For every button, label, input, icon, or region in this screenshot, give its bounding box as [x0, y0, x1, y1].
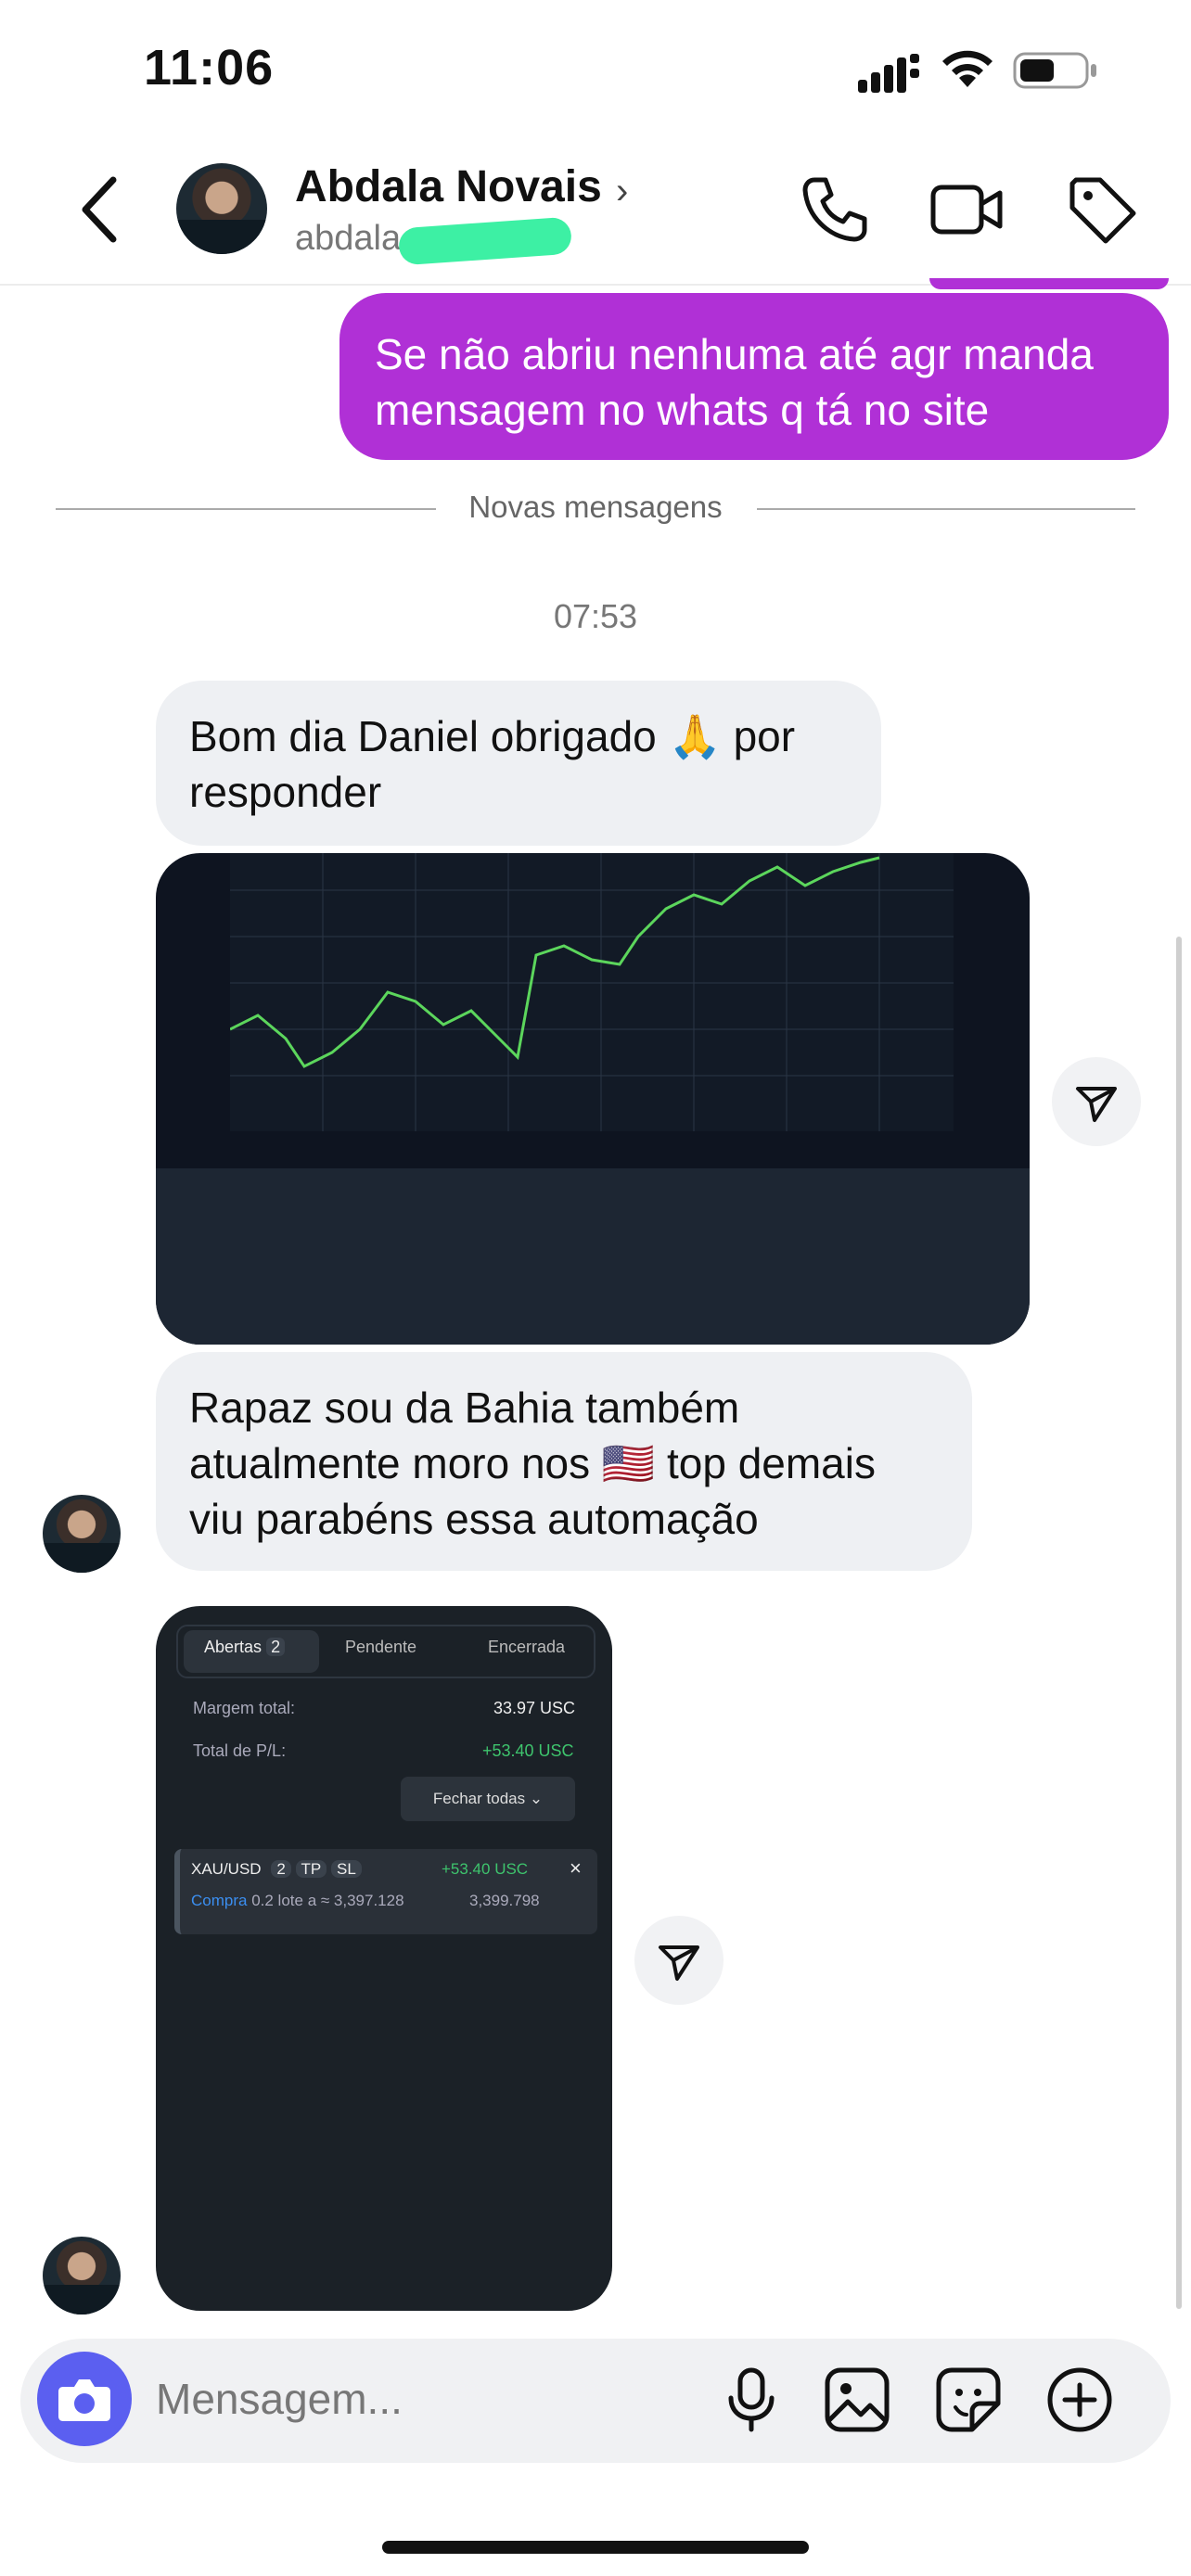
contact-username: abdala: [295, 219, 402, 258]
chevron-right-icon[interactable]: ›: [616, 171, 628, 212]
tab-closed: Encerrada: [488, 1638, 566, 1656]
share-button[interactable]: [1052, 1057, 1141, 1146]
sender-avatar[interactable]: [43, 1495, 121, 1573]
message-input[interactable]: Mensagem...: [156, 2374, 403, 2424]
close-position-icon: ×: [570, 1856, 582, 1880]
margin-label: Margem total:: [193, 1699, 296, 1717]
tab-open: Abertas 2: [204, 1638, 286, 1657]
divider-line-right: [757, 508, 1135, 510]
pl-value: +53.40 USC: [482, 1741, 574, 1760]
share-icon: [1076, 1087, 1117, 1122]
share-button[interactable]: [634, 1916, 724, 2005]
chart-terminal-panel: [156, 1168, 1030, 1345]
microphone-icon[interactable]: [718, 2366, 785, 2433]
outgoing-message[interactable]: Se não abriu nenhuma até agr manda mensa…: [339, 293, 1169, 460]
home-indicator[interactable]: [382, 2541, 809, 2554]
chart-photo[interactable]: [156, 853, 1030, 1345]
incoming-message[interactable]: Bom dia Daniel obrigado 🙏 por responder: [156, 681, 881, 846]
position-price: 3,399.798: [469, 1892, 540, 1909]
signal-icon: [858, 54, 919, 93]
redaction-mark: [397, 216, 573, 266]
battery-icon: [1013, 52, 1096, 89]
phone-icon[interactable]: [796, 172, 870, 247]
message-timestamp: 07:53: [553, 597, 638, 635]
gallery-icon[interactable]: [824, 2366, 890, 2433]
status-time: 11:06: [144, 40, 275, 96]
position-pl: +53.40 USC: [442, 1860, 529, 1878]
contact-name[interactable]: Abdala Novais: [295, 161, 602, 212]
camera-button[interactable]: [37, 2352, 132, 2446]
position-tabs: Abertas 2 Pendente Encerrada: [176, 1625, 596, 1678]
previous-message-edge: [929, 278, 1169, 289]
tab-pending: Pendente: [345, 1638, 417, 1656]
close-all-button: Fechar todas ⌄: [401, 1777, 575, 1821]
pl-label: Total de P/L:: [193, 1741, 287, 1760]
incoming-message[interactable]: Rapaz sou da Bahia também atualmente mor…: [156, 1352, 972, 1571]
position-header: XAU/USD 2 TP SL: [191, 1860, 362, 1879]
wifi-icon: [942, 50, 992, 87]
new-messages-label: Novas mensagens: [468, 490, 723, 524]
video-icon[interactable]: [929, 172, 1004, 247]
avatar[interactable]: [176, 163, 267, 254]
share-icon: [659, 1945, 699, 1981]
chart-area: [229, 853, 954, 1131]
camera-icon: [58, 2379, 110, 2421]
scrollbar[interactable]: [1176, 937, 1182, 2309]
position-detail: Compra 0.2 lote a ≈ 3,397.128: [191, 1892, 404, 1909]
sender-avatar[interactable]: [43, 2237, 121, 2315]
tag-icon[interactable]: [1065, 172, 1139, 247]
back-icon[interactable]: [76, 174, 122, 245]
plus-icon[interactable]: [1046, 2366, 1113, 2433]
sticker-icon[interactable]: [935, 2366, 1002, 2433]
position-card: XAU/USD 2 TP SL +53.40 USC × Compra 0.2 …: [174, 1849, 597, 1934]
margin-value: 33.97 USC: [493, 1699, 576, 1717]
trade-screenshot[interactable]: Abertas 2 Pendente Encerrada Margem tota…: [156, 1606, 612, 2311]
